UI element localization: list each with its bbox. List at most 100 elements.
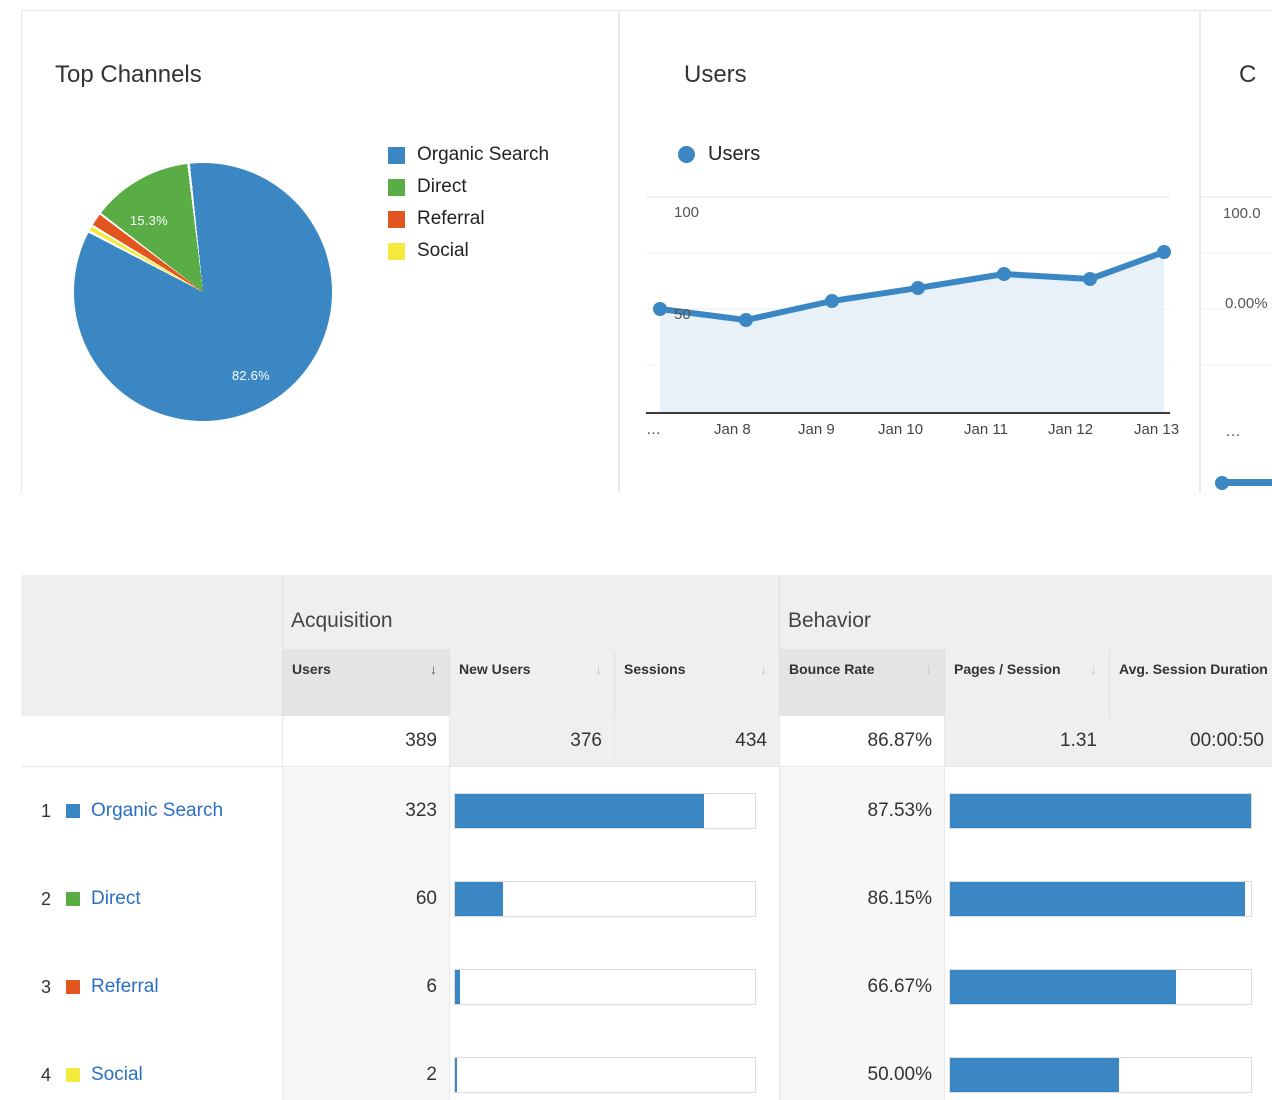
table-row[interactable]: 3 Referral 6 66.67% <box>21 942 1272 1030</box>
column-header-avg-session-duration[interactable]: Avg. Session Duration ↓ <box>1110 649 1272 716</box>
users-card-title: Users <box>620 11 1199 89</box>
row-rank: 2 <box>41 889 59 910</box>
legend-swatch-icon <box>388 243 405 260</box>
third-series-line <box>1219 479 1272 486</box>
channel-link[interactable]: Direct <box>91 888 141 910</box>
channel-link[interactable]: Organic Search <box>91 800 223 822</box>
bar-track <box>454 969 756 1005</box>
summary-avg-session-duration: 00:00:50 <box>1110 716 1272 766</box>
legend-item-social[interactable]: Social <box>388 235 549 267</box>
column-label: Sessions <box>615 649 685 679</box>
users-card: Users Users <box>619 11 1200 493</box>
channel-link[interactable]: Social <box>91 1064 143 1086</box>
legend-dot-icon <box>678 146 695 163</box>
column-header-pages-session[interactable]: Pages / Session ↓ <box>945 649 1110 716</box>
row-users-value: 60 <box>283 855 450 943</box>
pie-graphic <box>74 163 332 421</box>
top-channels-title: Top Channels <box>22 11 618 89</box>
y-axis-label-50: 50 <box>674 306 691 323</box>
users-legend[interactable]: Users <box>678 143 760 166</box>
bar-fill <box>455 794 704 828</box>
column-header-sessions[interactable]: Sessions ↓ <box>615 649 780 716</box>
bar-track <box>949 793 1252 829</box>
sort-arrow-icon[interactable]: ↓ <box>1256 661 1263 677</box>
table-row[interactable]: 1 Organic Search 323 87.53% <box>21 766 1272 854</box>
pie-legend: Organic Search Direct Referral Social <box>388 139 549 267</box>
row-pages-session-bar-cell <box>945 943 1272 1031</box>
users-legend-label: Users <box>708 143 760 166</box>
table-row[interactable]: 2 Direct 60 86.15% <box>21 854 1272 942</box>
row-channel-cell: 4 Social <box>21 1031 283 1100</box>
summary-new-users: 376 <box>450 716 615 766</box>
third-card-chart[interactable]: 100.0 0.00% <box>1201 191 1272 421</box>
group-header-acquisition: Acquisition <box>283 575 780 649</box>
row-users-value: 2 <box>283 1031 450 1100</box>
column-label: Pages / Session <box>945 649 1061 679</box>
group-label-acquisition: Acquisition <box>283 575 393 633</box>
column-header-users[interactable]: Users ↓ <box>283 649 450 716</box>
third-y-label-top: 100.0 <box>1223 205 1261 222</box>
sort-arrow-icon[interactable]: ↓ <box>430 661 437 677</box>
x-tick-jan-10: Jan 10 <box>878 421 923 438</box>
analytics-dashboard: Top Channels 15.3% 82.6% Organic Search … <box>0 0 1272 1100</box>
table-row[interactable]: 4 Social 2 50.00% <box>21 1030 1272 1100</box>
column-label: Users <box>283 649 331 679</box>
pie-slice-label-organic: 82.6% <box>232 368 270 383</box>
legend-item-referral[interactable]: Referral <box>388 203 549 235</box>
bar-track <box>949 1057 1252 1093</box>
row-new-users-bar-cell <box>450 1031 780 1100</box>
top-channels-card: Top Channels 15.3% 82.6% Organic Search … <box>21 11 619 493</box>
y-axis-label-100: 100 <box>674 204 699 221</box>
row-users-value: 6 <box>283 943 450 1031</box>
column-header-bounce-rate[interactable]: Bounce Rate ↓ <box>780 649 945 716</box>
table-summary-row: 389 376 434 86.87% 1.31 00:00:50 <box>21 716 1272 766</box>
legend-label: Direct <box>417 176 467 198</box>
legend-swatch-icon <box>388 179 405 196</box>
channel-link[interactable]: Referral <box>91 976 159 998</box>
summary-sessions: 434 <box>615 716 780 766</box>
legend-label: Social <box>417 240 469 262</box>
column-label: Bounce Rate <box>780 649 875 679</box>
users-x-axis: … Jan 8 Jan 9 Jan 10 Jan 11 Jan 12 Jan 1… <box>646 421 1206 445</box>
bar-fill <box>950 1058 1119 1092</box>
bar-track <box>949 969 1252 1005</box>
bar-track <box>454 793 756 829</box>
third-chart-card: C 100.0 0.00% … <box>1200 11 1272 493</box>
sort-arrow-icon[interactable]: ↓ <box>760 661 767 677</box>
row-bounce-rate-value: 86.15% <box>780 855 945 943</box>
x-tick-jan-12: Jan 12 <box>1048 421 1093 438</box>
legend-item-organic-search[interactable]: Organic Search <box>388 139 549 171</box>
row-rank: 1 <box>41 801 59 822</box>
channel-color-swatch-icon <box>66 1068 80 1082</box>
summary-pages-session: 1.31 <box>945 716 1110 766</box>
sort-arrow-icon[interactable]: ↓ <box>595 661 602 677</box>
sort-arrow-icon[interactable]: ↓ <box>1090 661 1097 677</box>
top-channels-pie-chart[interactable]: 15.3% 82.6% <box>74 163 334 425</box>
table-column-header-row: Users ↓ New Users ↓ Sessions ↓ Bounce Ra… <box>21 649 1272 716</box>
channel-color-swatch-icon <box>66 804 80 818</box>
column-label: New Users <box>450 649 531 679</box>
x-tick-jan-13: Jan 13 <box>1134 421 1179 438</box>
legend-swatch-icon <box>388 211 405 228</box>
row-new-users-bar-cell <box>450 767 780 855</box>
table-group-header-row: Acquisition Behavior <box>21 575 1272 649</box>
column-header-blank <box>21 649 283 716</box>
row-bounce-rate-value: 66.67% <box>780 943 945 1031</box>
users-area-chart[interactable]: 100 50 <box>646 191 1182 419</box>
column-label: Avg. Session Duration <box>1110 649 1268 679</box>
bar-track <box>949 881 1252 917</box>
bar-track <box>454 1057 756 1093</box>
row-bounce-rate-value: 87.53% <box>780 767 945 855</box>
column-header-new-users[interactable]: New Users ↓ <box>450 649 615 716</box>
row-new-users-bar-cell <box>450 855 780 943</box>
sort-arrow-icon[interactable]: ↓ <box>925 661 932 677</box>
pie-slice-label-direct: 15.3% <box>130 213 168 228</box>
row-rank: 3 <box>41 977 59 998</box>
legend-label: Referral <box>417 208 485 230</box>
row-new-users-bar-cell <box>450 943 780 1031</box>
row-channel-cell: 1 Organic Search <box>21 767 283 855</box>
x-tick-ellipsis: … <box>646 421 661 438</box>
bar-fill <box>455 1058 457 1092</box>
summary-bounce-rate: 86.87% <box>780 716 945 766</box>
legend-item-direct[interactable]: Direct <box>388 171 549 203</box>
